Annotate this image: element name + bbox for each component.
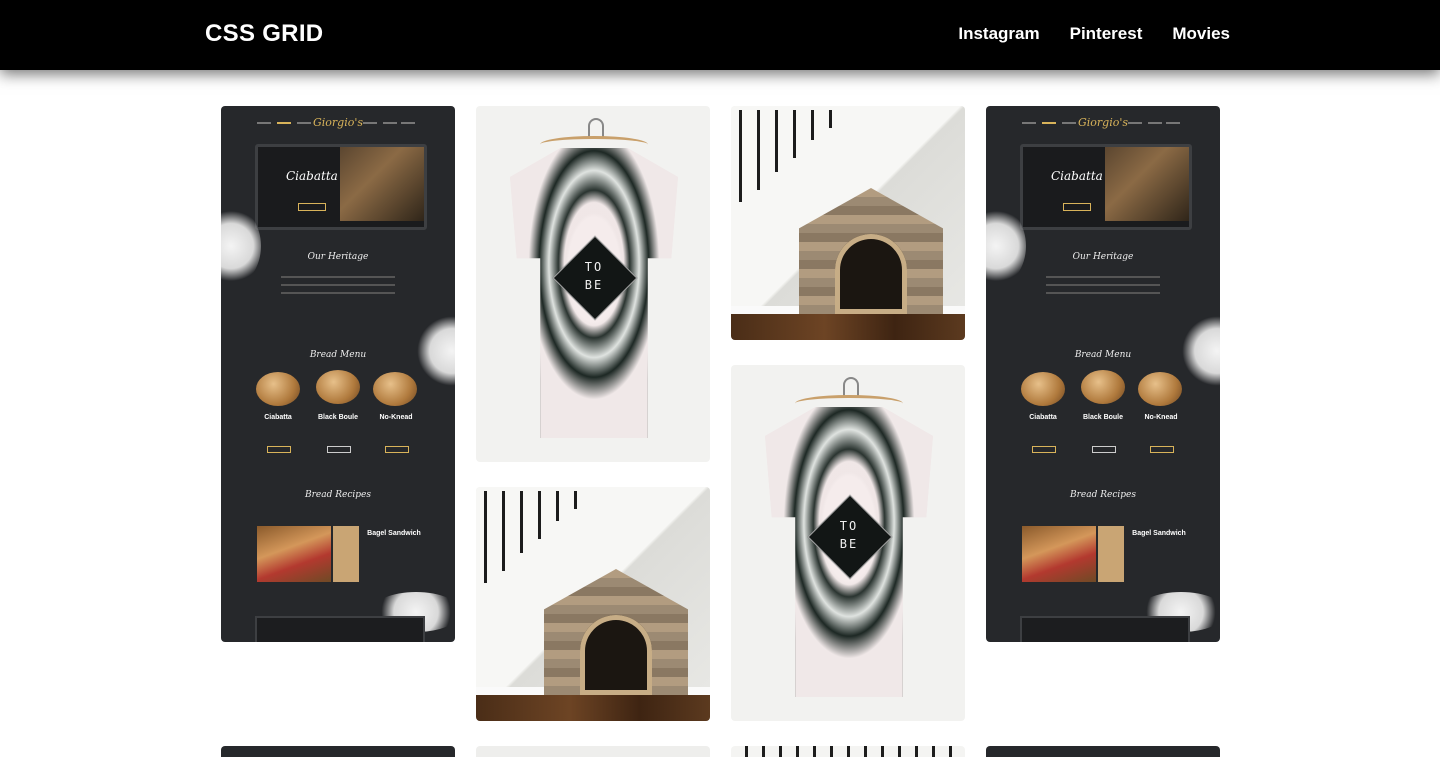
mockup-hero-button: [1063, 203, 1091, 211]
mockup-logo: Giorgio's: [312, 116, 364, 129]
nav-link-pinterest[interactable]: Pinterest: [1070, 24, 1143, 44]
gallery-item-doghouse[interactable]: [476, 487, 710, 721]
wood-floor: [731, 314, 965, 340]
recipe-title: Bagel Sandwich: [1132, 530, 1186, 537]
gallery-item-tshirt[interactable]: TO BE: [476, 106, 710, 462]
buy-button-mock: [385, 446, 409, 453]
bread-name: No-Knead: [1144, 414, 1178, 421]
mockup-footer: [255, 616, 425, 642]
baluster: [502, 491, 505, 571]
bread-image: [256, 372, 300, 406]
mockup-heading-recipes: Bread Recipes: [305, 490, 371, 500]
buy-button-mock: [327, 446, 351, 453]
baluster: [556, 491, 559, 521]
bread-image: [1138, 372, 1182, 406]
mockup-text-line: [1046, 284, 1160, 286]
bread-photo: [340, 147, 424, 221]
baluster: [811, 110, 814, 140]
mockup-text-line: [281, 284, 395, 286]
site-brand[interactable]: CSS GRID: [205, 20, 323, 48]
baluster: [775, 110, 778, 172]
mockup-heading-recipes: Bread Recipes: [1070, 490, 1136, 500]
buy-button-mock: [1032, 446, 1056, 453]
gallery-item-doghouse[interactable]: [731, 106, 965, 340]
baluster: [484, 491, 487, 583]
baluster: [793, 110, 796, 158]
wood-floor: [476, 695, 710, 721]
shirt-print-text: TO BE: [839, 519, 859, 551]
mockup-text-line: [281, 276, 395, 278]
site-header: CSS GRID Instagram Pinterest Movies: [0, 0, 1440, 70]
nav-link-movies[interactable]: Movies: [1172, 24, 1230, 44]
baluster: [574, 491, 577, 509]
hanger-hook: [843, 377, 859, 397]
mockup-heading-menu: Bread Menu: [1074, 350, 1132, 360]
baluster: [739, 110, 742, 202]
recipe-card: [1098, 526, 1124, 582]
dog-house-door: [835, 234, 907, 314]
bread-image: [1021, 372, 1065, 406]
sandwich-photo: [257, 526, 331, 582]
gallery-item-doghouse[interactable]: [731, 746, 965, 757]
mockup-logo: Giorgio's: [1077, 116, 1129, 129]
gallery-item-tshirt[interactable]: [476, 746, 710, 757]
gallery-item-bakery[interactable]: Giorgio's Ciabatta Our Heritage Bread Me…: [986, 106, 1220, 642]
mockup-text-line: [1046, 276, 1160, 278]
gallery-item-bakery[interactable]: Giorgio's Ciabatta Our Heritage Bread Me…: [221, 106, 455, 642]
baluster: [538, 491, 541, 539]
recipe-title: Bagel Sandwich: [367, 530, 421, 537]
buy-button-mock: [1092, 446, 1116, 453]
nav-link-instagram[interactable]: Instagram: [958, 24, 1039, 44]
baluster: [520, 491, 523, 553]
gallery-item-bakery[interactable]: [986, 746, 1220, 757]
mockup-footer: [1020, 616, 1190, 642]
sandwich-photo: [1022, 526, 1096, 582]
mockup-heading-menu: Bread Menu: [309, 350, 367, 360]
buy-button-mock: [1150, 446, 1174, 453]
bread-image: [373, 372, 417, 406]
mockup-hero: Ciabatta: [255, 144, 427, 230]
baluster: [829, 110, 832, 128]
mockup-hero-title: Ciabatta: [286, 169, 338, 183]
gallery-item-tshirt[interactable]: TO BE: [731, 365, 965, 721]
hanger-hook: [588, 118, 604, 138]
bread-name: No-Knead: [379, 414, 413, 421]
mockup-text-line: [281, 292, 395, 294]
shirt-print-text: TO BE: [584, 260, 604, 292]
mockup-heading-heritage: Our Heritage: [1072, 252, 1134, 262]
mockup-heading-heritage: Our Heritage: [307, 252, 369, 262]
mockup-hero: Ciabatta: [1020, 144, 1192, 230]
bread-photo: [1105, 147, 1189, 221]
mockup-hero-button: [298, 203, 326, 211]
buy-button-mock: [267, 446, 291, 453]
gallery-item-bakery[interactable]: [221, 746, 455, 757]
dog-house-door: [580, 615, 652, 695]
recipe-card: [333, 526, 359, 582]
mockup-text-line: [1046, 292, 1160, 294]
bread-image: [316, 370, 360, 404]
main-nav: Instagram Pinterest Movies: [958, 24, 1230, 44]
baluster: [757, 110, 760, 190]
mockup-hero-title: Ciabatta: [1051, 169, 1103, 183]
bread-image: [1081, 370, 1125, 404]
